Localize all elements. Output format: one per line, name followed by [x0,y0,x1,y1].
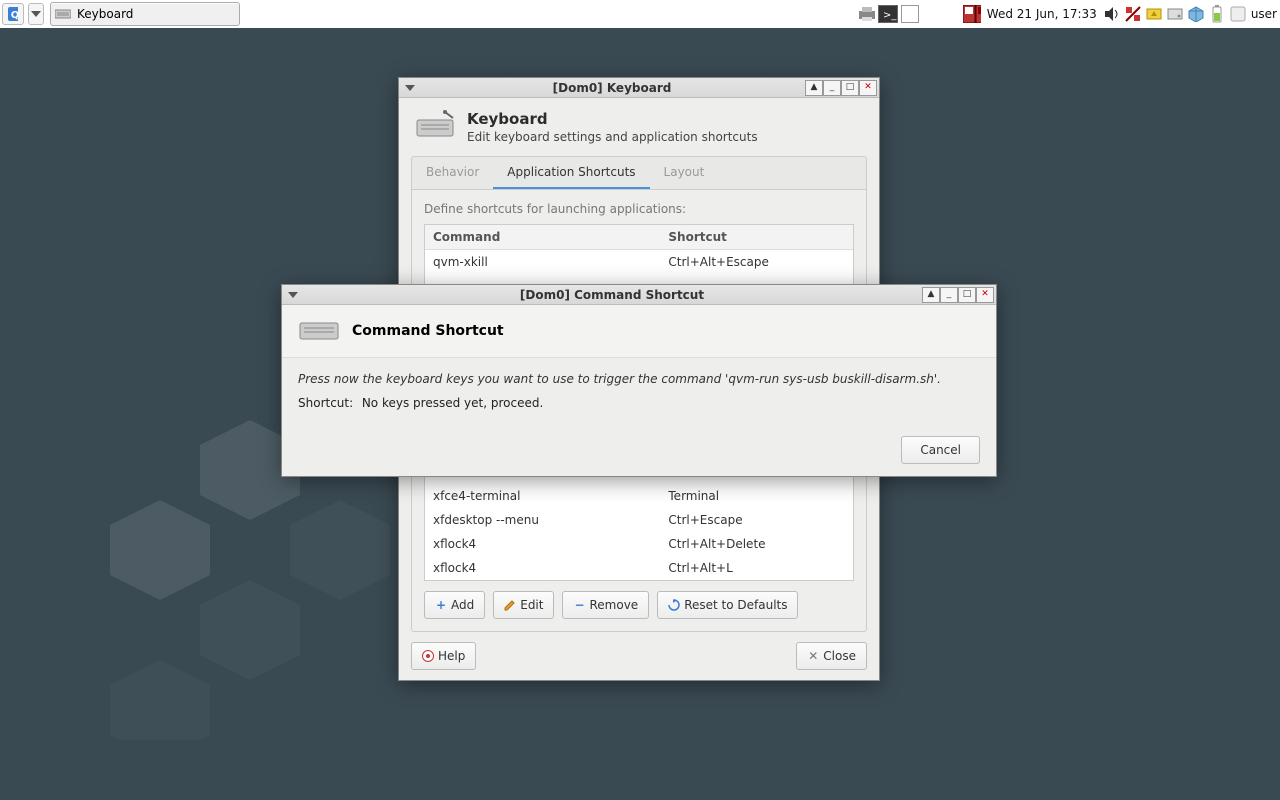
window-menu-icon[interactable] [401,80,419,96]
user-label[interactable]: user [1251,7,1277,21]
dialog-title: [Dom0] Command Shortcut [302,288,922,302]
edit-button[interactable]: Edit [493,591,554,619]
dialog-heading: Command Shortcut [352,323,504,339]
remove-button[interactable]: −Remove [562,591,649,619]
help-button[interactable]: Help [411,642,476,670]
close-icon: ✕ [807,650,819,662]
reset-defaults-button[interactable]: Reset to Defaults [657,591,798,619]
close-window-button[interactable]: ✕Close [796,642,867,670]
volume-icon[interactable] [1103,5,1121,23]
add-button[interactable]: +Add [424,591,485,619]
window-menu-icon[interactable] [284,287,302,303]
titlebar[interactable]: [Dom0] Keyboard ▲ _ □ ✕ [399,78,879,98]
tab-layout[interactable]: Layout [650,157,719,189]
svg-text:>_: >_ [883,10,897,21]
user-menu-icon[interactable] [1229,5,1247,23]
keyboard-icon [298,319,340,343]
panel-menu-button[interactable] [28,3,44,25]
shade-button[interactable]: ▲ [805,80,823,96]
col-command[interactable]: Command [425,225,660,249]
close-button[interactable]: ✕ [976,287,994,303]
col-shortcut[interactable]: Shortcut [660,225,853,249]
shortcut-value: No keys pressed yet, proceed. [362,396,543,410]
table-row[interactable]: xfdesktop --menu Ctrl+Escape [425,508,853,532]
terminal-tray-icon[interactable]: >_ [878,5,898,23]
dialog-titlebar[interactable]: [Dom0] Command Shortcut ▲ _ □ ✕ [282,285,996,305]
tab-behavior[interactable]: Behavior [412,157,493,189]
tab-application-shortcuts[interactable]: Application Shortcuts [493,157,649,189]
table-row[interactable]: xflock4 Ctrl+Alt+Delete [425,532,853,556]
shade-button[interactable]: ▲ [922,287,940,303]
keyboard-header-icon [415,110,455,140]
workspace-switcher[interactable] [963,5,981,23]
minimize-button[interactable]: _ [823,80,841,96]
tabs: Behavior Application Shortcuts Layout [411,156,867,189]
page-title: Keyboard [467,110,758,128]
window-title: [Dom0] Keyboard [419,81,805,95]
table-row[interactable]: qvm-xkill Ctrl+Alt+Escape [425,250,853,274]
help-icon [422,650,434,662]
shortcut-label: Shortcut: [298,396,358,410]
page-subtitle: Edit keyboard settings and application s… [467,130,758,144]
cancel-button[interactable]: Cancel [901,436,980,464]
define-label: Define shortcuts for launching applicati… [424,202,854,216]
table-row[interactable]: xfce4-terminal Terminal [425,484,853,508]
command-shortcut-dialog: [Dom0] Command Shortcut ▲ _ □ ✕ Command … [281,284,997,477]
maximize-button[interactable]: □ [841,80,859,96]
plus-icon: + [435,599,447,611]
taskbar-item-label: Keyboard [77,7,133,21]
minimize-button[interactable]: _ [940,287,958,303]
refresh-icon [668,599,680,611]
blank-tray-icon[interactable] [901,5,919,23]
minus-icon: − [573,599,585,611]
disk-tray-icon[interactable] [1166,5,1184,23]
close-button[interactable]: ✕ [859,80,877,96]
app-menu-button[interactable]: Q [2,3,24,25]
pencil-icon [504,599,516,611]
dialog-instruction: Press now the keyboard keys you want to … [298,372,980,386]
top-panel: Q Keyboard >_ Wed 21 Jun, 17:33 user [0,0,1280,28]
updates-icon[interactable] [1145,5,1163,23]
cube-icon[interactable] [1187,5,1205,23]
taskbar-item-keyboard[interactable]: Keyboard [50,2,240,26]
printer-icon[interactable] [857,5,875,23]
network-disconnected-icon[interactable] [1124,5,1142,23]
table-row[interactable]: xflock4 Ctrl+Alt+L [425,556,853,580]
maximize-button[interactable]: □ [958,287,976,303]
clock[interactable]: Wed 21 Jun, 17:33 [987,7,1097,21]
svg-text:Q: Q [11,10,18,21]
keyboard-icon [55,6,71,22]
battery-icon[interactable] [1208,5,1226,23]
